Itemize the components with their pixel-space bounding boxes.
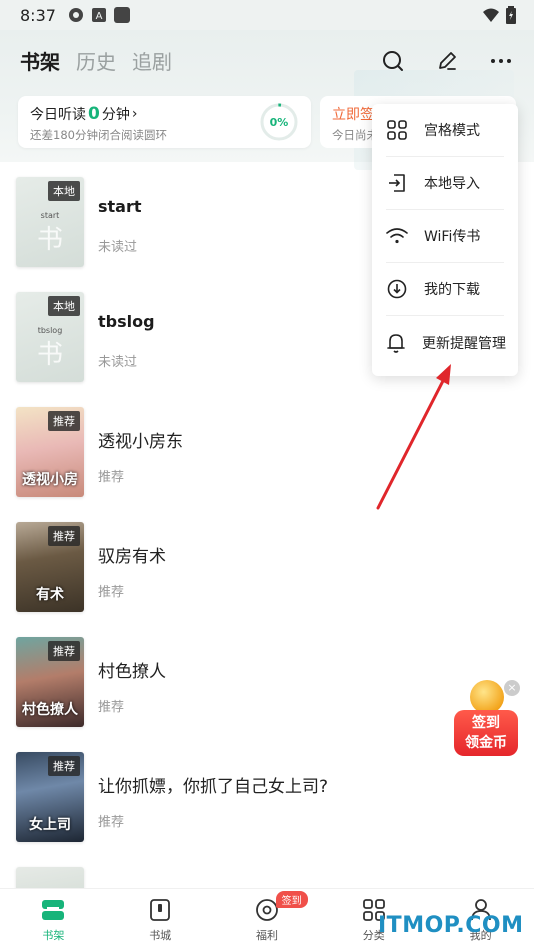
status-system-icons [482,6,516,24]
tab-bookshelf[interactable]: 书架 [20,46,60,75]
book-tag: 本地 [48,181,80,201]
book-title: tbslog [98,312,155,331]
menu-item-grid-mode[interactable]: 宫格模式 [386,104,504,157]
bookshelf-icon [40,897,66,923]
menu-item-label: 本地导入 [424,176,480,192]
nav-badge: 签到 [275,891,308,908]
bookstore-icon [147,897,173,923]
app-notification-icon [68,8,83,22]
book-row[interactable]: 透视小房 推荐 透视小房东 推荐 [0,392,534,507]
book-tag: 推荐 [48,526,80,546]
book-tag: 本地 [48,296,80,316]
menu-item-label: WiFi传书 [424,229,481,245]
square-notification-icon [113,7,130,23]
book-title: start [98,197,142,216]
status-bar: 8:37 A [0,0,534,30]
site-watermark: ITMOP.COM [378,913,524,938]
checkin-badge-text: 签到 领金币 [454,710,518,756]
status-time: 8:37 [20,5,56,25]
listen-prefix: 今日听读 [30,107,86,123]
chevron-right-icon: › [131,106,138,122]
checkin-badge-line1: 签到 [472,715,500,731]
bell-icon [386,332,406,354]
progress-label: 0% [269,115,289,129]
coin-icon [470,680,504,714]
checkin-badge-line2: 领金币 [465,735,507,751]
book-cover: 女上司 推荐 [16,752,84,842]
menu-item-local-import[interactable]: 本地导入 [386,157,504,210]
svg-text:A: A [96,11,103,22]
checkin-float-badge[interactable]: 签到 领金币 × [454,680,520,758]
import-icon [386,172,408,194]
tab-series[interactable]: 追剧 [132,46,172,75]
book-cover: 有术 推荐 [16,522,84,612]
wifi-signal-icon [483,8,499,22]
book-status: 推荐 [98,700,125,715]
listen-card[interactable]: 今日听读 0 分钟 › 还差180分钟闭合阅读圆环 0% [18,96,311,148]
menu-item-update-reminder[interactable]: 更新提醒管理 [386,316,506,369]
menu-item-label: 宫格模式 [424,123,480,139]
wifi-icon [386,225,408,247]
nav-item-welfare[interactable]: 签到 福利 [214,889,321,950]
book-title: 透视小房东 [98,432,183,452]
header-actions [380,48,514,74]
menu-item-wifi-transfer[interactable]: WiFi传书 [386,210,504,263]
download-icon [386,278,408,300]
cover-art-title: 村色撩人 [22,702,78,718]
edit-icon[interactable] [434,48,460,74]
tab-history[interactable]: 历史 [76,46,116,75]
cover-art-title: 有术 [36,587,64,603]
menu-item-my-downloads[interactable]: 我的下载 [386,263,504,316]
nav-label: 福利 [255,929,278,942]
book-row[interactable]: 有术 推荐 驭房有术 推荐 [0,507,534,622]
book-status: 推荐 [98,585,125,600]
book-tag: 推荐 [48,641,80,661]
menu-item-label: 我的下载 [424,282,480,298]
nav-item-bookshelf[interactable]: 书架 [0,889,107,950]
book-cover: start 书 本地 [16,177,84,267]
book-title: 让你抓嫖，你抓了自己女上司? [98,777,329,797]
grid-icon [386,119,408,141]
nav-label: 书架 [42,929,65,942]
book-tag: 推荐 [48,411,80,431]
menu-item-label: 更新提醒管理 [422,335,506,352]
more-dropdown-menu: 宫格模式 本地导入 WiFi传书 我的下载 更新提醒管理 [372,104,518,376]
nav-label: 书城 [149,929,172,942]
listen-suffix: 分钟 [101,107,130,123]
battery-icon [506,6,516,24]
book-cover: 透视小房 推荐 [16,407,84,497]
close-icon[interactable]: × [504,680,520,696]
book-title: 村色撩人 [98,662,166,682]
a-notification-icon: A [91,8,106,22]
book-status: 推荐 [98,470,125,485]
book-status: 未读过 [98,355,138,370]
cover-art-title: 女上司 [29,817,71,833]
search-icon[interactable] [380,48,406,74]
book-title: 驭房有术 [98,547,166,567]
cover-watermark: 书 [36,340,63,370]
nav-item-bookstore[interactable]: 书城 [107,889,214,950]
more-icon[interactable] [488,48,514,74]
cover-watermark: 书 [36,225,63,255]
book-cover: tbslog 书 本地 [16,292,84,382]
top-tabs: 书架 历史 追剧 [20,46,172,75]
listen-minutes: 0 [88,104,100,124]
book-status: 推荐 [98,815,125,830]
book-status: 未读过 [98,240,138,255]
cover-art-title: 透视小房 [22,472,78,488]
status-notification-icons: A [68,7,130,23]
book-tag: 推荐 [48,756,80,776]
book-cover: 村色撩人 推荐 [16,637,84,727]
